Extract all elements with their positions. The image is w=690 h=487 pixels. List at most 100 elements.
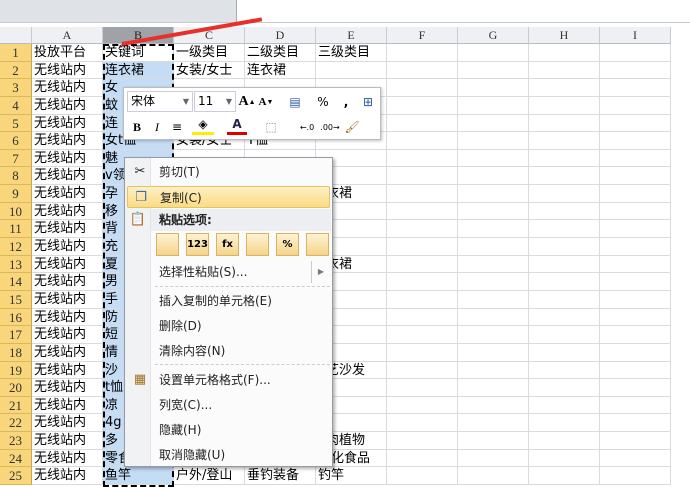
- accounting-format-icon[interactable]: ▤: [282, 91, 308, 113]
- cell[interactable]: [387, 379, 458, 397]
- row-header[interactable]: 22: [0, 414, 32, 433]
- cell[interactable]: [387, 167, 458, 186]
- cell[interactable]: [529, 167, 600, 186]
- cell[interactable]: [387, 326, 458, 344]
- cell[interactable]: [529, 414, 600, 433]
- cell[interactable]: [458, 396, 529, 415]
- cell[interactable]: [529, 467, 600, 485]
- cell[interactable]: [600, 467, 671, 485]
- cell[interactable]: 无线站内: [32, 132, 103, 150]
- cell[interactable]: [316, 61, 387, 80]
- cell[interactable]: 垂钓装备: [245, 467, 316, 485]
- row-header[interactable]: 17: [0, 326, 32, 344]
- paste-formulas-button[interactable]: fx: [216, 233, 239, 256]
- cell[interactable]: [387, 255, 458, 274]
- cell[interactable]: [600, 361, 671, 380]
- cell[interactable]: [458, 326, 529, 344]
- cell[interactable]: 无线站内: [32, 290, 103, 309]
- cell[interactable]: [387, 79, 458, 97]
- cell[interactable]: [387, 114, 458, 133]
- italic-icon[interactable]: I: [148, 116, 166, 138]
- cell[interactable]: [529, 396, 600, 415]
- cell[interactable]: [458, 361, 529, 380]
- cell[interactable]: [600, 149, 671, 168]
- cell[interactable]: 无线站内: [32, 361, 103, 380]
- cell[interactable]: 无线站内: [32, 308, 103, 327]
- cell[interactable]: 无线站内: [32, 79, 103, 97]
- cell[interactable]: [529, 220, 600, 239]
- row-header[interactable]: 18: [0, 343, 32, 362]
- cell[interactable]: [600, 326, 671, 344]
- cell[interactable]: 无线站内: [32, 343, 103, 362]
- cell[interactable]: [529, 308, 600, 327]
- row-header[interactable]: 7: [0, 149, 32, 168]
- cell[interactable]: [458, 114, 529, 133]
- cell[interactable]: [458, 290, 529, 309]
- cell[interactable]: [600, 167, 671, 186]
- cell[interactable]: [458, 132, 529, 150]
- cell[interactable]: 无线站内: [32, 61, 103, 80]
- cell[interactable]: [458, 220, 529, 239]
- cell[interactable]: [458, 432, 529, 450]
- cell[interactable]: [458, 343, 529, 362]
- paste-values-button[interactable]: 123: [186, 233, 209, 256]
- cell[interactable]: 钓竿: [316, 467, 387, 485]
- cell[interactable]: 无线站内: [32, 238, 103, 256]
- cell[interactable]: 无线站内: [32, 467, 103, 485]
- row-header[interactable]: 14: [0, 273, 32, 291]
- comma-button[interactable]: ,: [338, 91, 354, 113]
- cell[interactable]: [600, 132, 671, 150]
- cell[interactable]: [529, 273, 600, 291]
- cell[interactable]: [458, 273, 529, 291]
- cell[interactable]: 无线站内: [32, 379, 103, 397]
- row-header[interactable]: 12: [0, 238, 32, 256]
- cell[interactable]: [529, 290, 600, 309]
- cell[interactable]: 无线站内: [32, 96, 103, 115]
- menu-item-clear[interactable]: 清除内容(N): [127, 340, 330, 362]
- menu-item-delete[interactable]: 删除(D): [127, 315, 330, 337]
- cell[interactable]: [387, 343, 458, 362]
- cell[interactable]: [529, 114, 600, 133]
- cell[interactable]: [387, 414, 458, 433]
- cell[interactable]: [387, 308, 458, 327]
- menu-item-insert-copied[interactable]: 插入复制的单元格(E): [127, 290, 330, 312]
- column-header-H[interactable]: H: [529, 27, 600, 44]
- cell[interactable]: 女装/女士: [174, 61, 245, 80]
- fill-color-icon[interactable]: ◈: [192, 116, 214, 135]
- cell[interactable]: 无线站内: [32, 414, 103, 433]
- column-header-A[interactable]: A: [32, 27, 103, 44]
- cell[interactable]: [600, 449, 671, 468]
- cell[interactable]: [529, 343, 600, 362]
- column-header-E[interactable]: E: [316, 27, 387, 44]
- row-header[interactable]: 11: [0, 220, 32, 239]
- row-header[interactable]: 3: [0, 79, 32, 97]
- cell[interactable]: [387, 149, 458, 168]
- font-size-select[interactable]: 11 ▼: [194, 91, 236, 112]
- cell[interactable]: 无线站内: [32, 167, 103, 186]
- cell[interactable]: [458, 149, 529, 168]
- row-header[interactable]: 2: [0, 61, 32, 80]
- select-all-corner[interactable]: [0, 27, 32, 44]
- column-header-D[interactable]: D: [245, 27, 316, 44]
- cell[interactable]: 关键词: [103, 44, 174, 62]
- cell[interactable]: [458, 167, 529, 186]
- cell[interactable]: [458, 308, 529, 327]
- row-header[interactable]: 5: [0, 114, 32, 133]
- paste-formatting-button[interactable]: %: [276, 233, 299, 256]
- cell[interactable]: [387, 44, 458, 62]
- cell[interactable]: 无线站内: [32, 202, 103, 221]
- cell[interactable]: [600, 414, 671, 433]
- cell[interactable]: 二级类目: [245, 44, 316, 62]
- decrease-decimal-icon[interactable]: .00→: [319, 116, 341, 138]
- cell[interactable]: [529, 96, 600, 115]
- cell[interactable]: [529, 149, 600, 168]
- font-color-icon[interactable]: A: [227, 116, 247, 135]
- cell[interactable]: [458, 79, 529, 97]
- cell[interactable]: [600, 44, 671, 62]
- cell[interactable]: [387, 449, 458, 468]
- cell[interactable]: [600, 343, 671, 362]
- cell[interactable]: 无线站内: [32, 432, 103, 450]
- cell[interactable]: [458, 44, 529, 62]
- cell[interactable]: [458, 379, 529, 397]
- cell[interactable]: [529, 326, 600, 344]
